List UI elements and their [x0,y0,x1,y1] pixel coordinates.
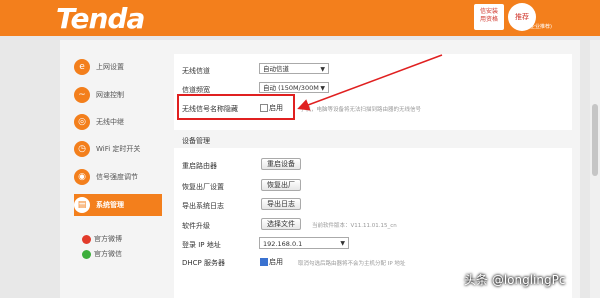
router-watermark-icon [476,232,504,260]
author-credit: 头条 @longlingPc [464,273,566,287]
watermark-url: www.luyouqi.com [510,255,572,263]
scrollbar-thumb[interactable] [592,104,598,176]
